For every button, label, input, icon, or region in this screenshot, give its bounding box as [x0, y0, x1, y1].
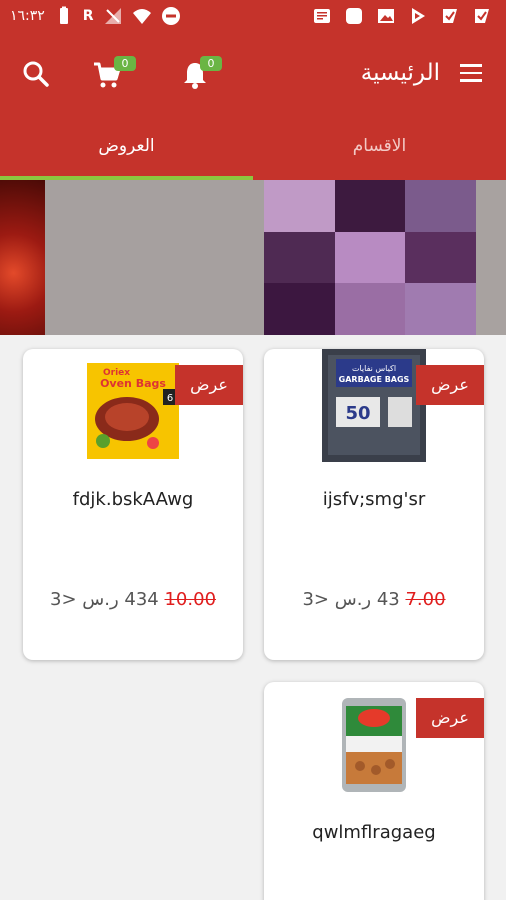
banner-tile — [264, 180, 335, 232]
battery-icon — [59, 6, 68, 24]
product-card[interactable]: عرض qwlmflragaeg — [264, 682, 484, 900]
garbage-bags-size-text: 50 — [345, 403, 370, 424]
banner-tile — [405, 231, 476, 284]
offer-tag: عرض — [416, 365, 484, 405]
banner-image-left — [0, 180, 45, 335]
check-notification-icon — [443, 9, 457, 23]
gallery-icon — [378, 9, 394, 23]
banner-tile — [405, 180, 476, 232]
banner-slider[interactable] — [0, 180, 506, 335]
wifi-icon — [132, 9, 151, 24]
banner-tile — [334, 180, 406, 232]
menu-icon[interactable] — [460, 64, 484, 84]
product-name: fdjk.bskAAwg — [72, 489, 194, 510]
product-name: ijsfv;smg'sr — [322, 489, 426, 510]
status-time: ١٦:٣٢ — [10, 8, 45, 24]
old-price: 7.00 — [405, 589, 446, 610]
do-not-disturb-icon — [161, 7, 180, 25]
status-bar: ١٦:٣٢ R — [0, 0, 506, 34]
price-row: 7.00 43 ر.س <3 — [264, 589, 484, 610]
old-price: 10.00 — [164, 589, 217, 610]
product-name: qwlmflragaeg — [312, 822, 436, 843]
banner-tile — [264, 231, 335, 284]
play-store-icon — [412, 8, 425, 24]
oven-bags-image: Oriex Oven Bags 6 — [87, 363, 179, 459]
price-row: 10.00 434 ر.س <3 — [23, 589, 243, 610]
app-notification-icon — [346, 8, 362, 24]
oven-bags-count-text: 6 — [167, 393, 173, 404]
beans-can-image — [342, 698, 406, 792]
banner-image-right — [476, 180, 506, 335]
banner-image-grid — [264, 180, 476, 335]
tab-categories[interactable]: الاقسام — [253, 126, 506, 180]
currency: ر.س — [82, 589, 119, 610]
new-price: 43 — [376, 589, 400, 610]
carrier-label: R — [82, 8, 94, 24]
offer-tag: عرض — [416, 698, 484, 738]
page-title: الرئيسية — [360, 60, 440, 86]
check-notification-icon-2 — [475, 9, 489, 23]
tab-bar: العروض الاقسام — [0, 126, 506, 180]
product-card[interactable]: Oriex Oven Bags 6 عرض fdjk.bskAAwg 10.00… — [23, 349, 243, 660]
garbage-bags-ar-text: اكياس نفايات — [352, 364, 396, 373]
tab-offers[interactable]: العروض — [0, 126, 253, 180]
signal-icon — [104, 8, 121, 24]
banner-tile — [334, 283, 406, 335]
new-price: 434 — [124, 589, 159, 610]
price-suffix: <3 — [49, 589, 77, 610]
product-card[interactable]: اكياس نفايات GARBAGE BAGS 50 عرض ijsfv;s… — [264, 349, 484, 660]
offer-tag: عرض — [175, 365, 243, 405]
oven-bags-title-text: Oven Bags — [100, 377, 166, 390]
search-icon[interactable] — [22, 60, 50, 88]
status-right — [312, 6, 492, 26]
notification-count-badge: 0 — [200, 56, 222, 71]
banner-tile — [264, 283, 335, 335]
news-icon — [314, 9, 330, 23]
price-suffix: <3 — [302, 589, 329, 610]
status-left: ١٦:٣٢ R — [10, 6, 181, 26]
garbage-bags-title-text: GARBAGE BAGS — [339, 375, 410, 384]
banner-tile — [334, 231, 406, 284]
cart-count-badge: 0 — [114, 56, 136, 71]
app-bar: الرئيسية 0 0 العروض الاقسام — [0, 34, 506, 180]
banner-tile — [405, 283, 476, 335]
currency: ر.س — [334, 589, 372, 610]
